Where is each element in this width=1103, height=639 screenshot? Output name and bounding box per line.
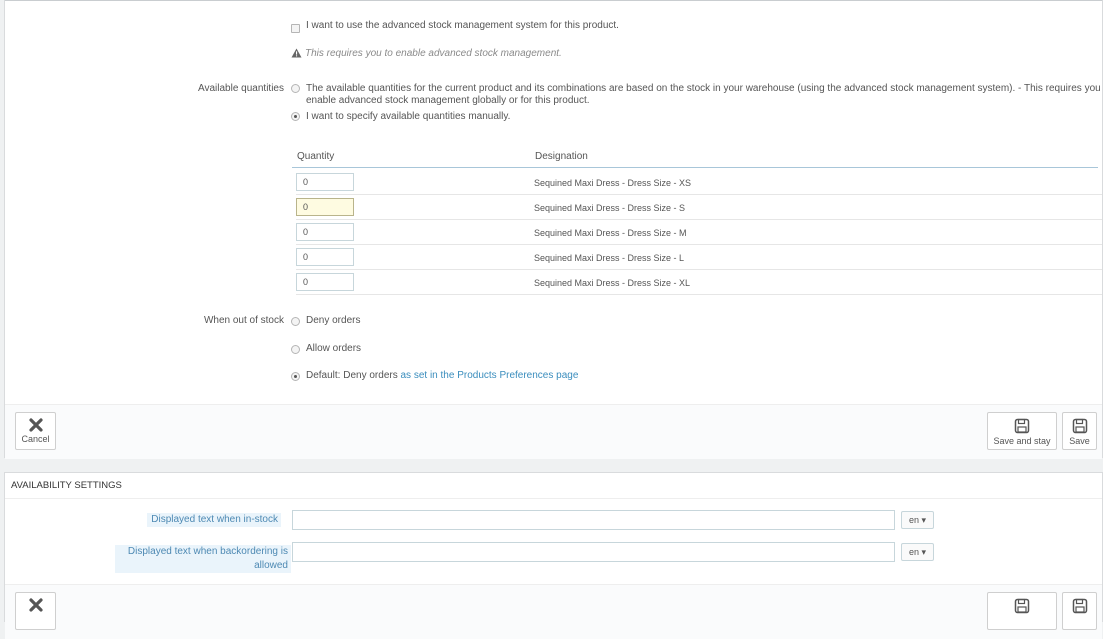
preferences-link[interactable]: as set in the Products Preferences page: [401, 370, 579, 381]
availability-heading: AVAILABILITY SETTINGS: [11, 480, 122, 491]
cancel-button-label: Cancel: [21, 434, 50, 444]
row-divider: [296, 194, 1102, 195]
instock-lang-select[interactable]: en ▾: [901, 511, 934, 529]
allow-orders-label: Allow orders: [306, 343, 362, 354]
save-icon: [1014, 598, 1030, 614]
availability-cancel-button[interactable]: [15, 592, 56, 630]
caret-down-icon: ▾: [921, 515, 927, 525]
row-divider: [296, 219, 1102, 220]
quantity-input-s[interactable]: [296, 198, 354, 216]
designation-m: Sequined Maxi Dress - Dress Size - M: [534, 228, 687, 238]
row-divider: [296, 269, 1102, 270]
default-orders-text: Default: Deny orders: [306, 370, 398, 381]
radio-deny-orders[interactable]: [291, 317, 300, 326]
designation-s: Sequined Maxi Dress - Dress Size - S: [534, 203, 686, 213]
caret-down-icon: ▾: [921, 547, 927, 557]
radio-manual-quantities[interactable]: [291, 112, 300, 121]
designation-xs: Sequined Maxi Dress - Dress Size - XS: [534, 178, 692, 188]
quantity-input-xl[interactable]: [296, 273, 354, 291]
backorder-lang-select[interactable]: en ▾: [901, 543, 934, 561]
row-divider: [296, 294, 1102, 295]
backorder-label-line1: Displayed text when backordering is: [127, 546, 288, 557]
stock-panel: I want to use the advanced stock managem…: [4, 0, 1103, 459]
out-of-stock-label: When out of stock: [203, 315, 284, 326]
advanced-stock-checkbox[interactable]: [291, 24, 300, 33]
save-button[interactable]: Save: [1062, 412, 1097, 450]
instock-label: Displayed text when in-stock: [147, 513, 281, 527]
default-orders-label: Default: Deny orders as set in the Produ…: [306, 370, 578, 381]
table-header-rule: [292, 167, 1098, 168]
save-and-stay-button[interactable]: Save and stay: [987, 412, 1057, 450]
instock-lang-label: en: [909, 515, 920, 525]
save-button-label: Save: [1069, 436, 1090, 446]
option-warehouse-line2: enable advanced stock management globall…: [306, 95, 590, 106]
row-divider: [296, 244, 1102, 245]
save-icon: [1014, 418, 1030, 434]
table-header-designation: Designation: [535, 151, 588, 162]
quantity-input-xs[interactable]: [296, 173, 354, 191]
backorder-text-input[interactable]: [292, 542, 895, 562]
warning-icon: [291, 48, 302, 61]
advanced-stock-warning: This requires you to enable advanced sto…: [305, 48, 562, 59]
save-and-stay-label: Save and stay: [993, 436, 1051, 446]
radio-warehouse-stock[interactable]: [291, 84, 300, 93]
radio-default-orders[interactable]: [291, 372, 300, 381]
option-warehouse-line1: The available quantities for the current…: [306, 83, 1103, 94]
close-icon: [28, 418, 43, 432]
designation-l: Sequined Maxi Dress - Dress Size - L: [534, 253, 685, 263]
option-manual-label: I want to specify available quantities m…: [306, 111, 511, 122]
panel-footer: Cancel Save and stay Save: [5, 404, 1102, 459]
designation-xl: Sequined Maxi Dress - Dress Size - XL: [534, 278, 691, 288]
deny-orders-label: Deny orders: [306, 315, 361, 326]
backorder-label: Displayed text when backordering is allow…: [115, 545, 291, 573]
cancel-button[interactable]: Cancel: [15, 412, 56, 450]
save-icon: [1072, 418, 1087, 434]
table-header-quantity: Quantity: [297, 151, 335, 162]
availability-footer: [5, 584, 1102, 639]
availability-save-button[interactable]: [1062, 592, 1097, 630]
advanced-stock-checkbox-label: I want to use the advanced stock managem…: [306, 20, 619, 31]
availability-panel: AVAILABILITY SETTINGS Displayed text whe…: [4, 472, 1103, 639]
backorder-lang-label: en: [909, 547, 920, 557]
instock-text-input[interactable]: [292, 510, 895, 530]
quantity-input-l[interactable]: [296, 248, 354, 266]
heading-divider: [5, 498, 1102, 499]
available-quantities-label: Available quantities: [198, 83, 284, 94]
save-icon: [1072, 598, 1087, 614]
quantity-input-m[interactable]: [296, 223, 354, 241]
backorder-label-line2: allowed: [254, 560, 288, 571]
quantities-table: Quantity Designation: [292, 141, 1098, 295]
availability-save-and-stay-button[interactable]: [987, 592, 1057, 630]
radio-allow-orders[interactable]: [291, 345, 300, 354]
